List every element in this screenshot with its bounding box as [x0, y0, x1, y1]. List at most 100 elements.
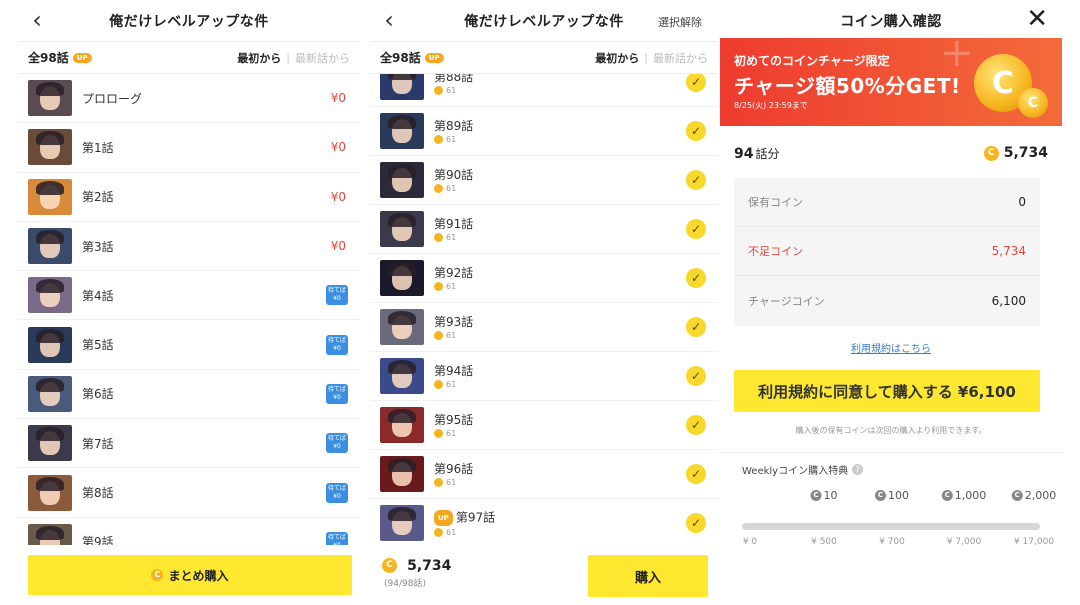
episode-row[interactable]: 第3話 ¥0: [18, 222, 360, 272]
bulk-purchase-label: まとめ購入: [168, 568, 229, 583]
episode-price: ¥0: [330, 91, 346, 106]
episode-row[interactable]: 第6話 待てば¥0: [18, 370, 360, 420]
episode-select-row[interactable]: 第88話 61 ✓: [370, 74, 718, 107]
episode-title: プロローグ: [82, 91, 143, 106]
up-badge: UP: [434, 509, 453, 526]
sort-bar: 全98話 UP 最初から | 最新話から: [370, 42, 718, 74]
banner-line1: 初めてのコインチャージ限定: [734, 54, 890, 68]
checkmark-icon[interactable]: ✓: [686, 415, 706, 435]
episode-select-row[interactable]: 第89話 61 ✓: [370, 107, 718, 156]
coin-icon: [434, 379, 443, 389]
bonus-progress-track: [742, 523, 1040, 530]
coin-breakdown: 保有コイン 0 不足コイン 5,734 チャージコイン 6,100: [734, 178, 1040, 326]
episodes-count: 94 話分: [734, 145, 780, 162]
coin-icon: C: [382, 558, 397, 573]
episode-row[interactable]: 第7話 待てば¥0: [18, 419, 360, 469]
wait-free-badge: 待てば¥0: [326, 383, 348, 404]
episode-row[interactable]: 第1話 ¥0: [18, 123, 360, 173]
sort-bar: 全98話 UP 最初から | 最新話から: [18, 42, 360, 74]
episode-coin-price: 61: [434, 330, 473, 340]
episode-row[interactable]: プロローグ ¥0: [18, 74, 360, 124]
checkmark-icon[interactable]: ✓: [686, 74, 706, 92]
episode-row[interactable]: 第4話 待てば¥0: [18, 271, 360, 321]
bulk-purchase-button[interactable]: C まとめ購入: [28, 555, 352, 595]
terms-link[interactable]: 利用規約はこちら: [720, 340, 1062, 355]
close-icon[interactable]: ✕: [1026, 4, 1048, 34]
shortage-coins-row: 不足コイン 5,734: [734, 227, 1040, 276]
coin-icon: [434, 232, 443, 242]
checkmark-icon[interactable]: ✓: [686, 317, 706, 337]
back-arrow-icon[interactable]: ‹: [24, 6, 50, 34]
bonus-tiers: ¥ 0 C 10 ¥ 500 C 100 ¥ 700 C 1,000 ¥ 7,000 C 2,000…: [742, 483, 1056, 547]
coin-icon: C: [983, 145, 999, 161]
bottom-bar: C まとめ購入: [18, 545, 360, 605]
tier-price: ¥ 7,000: [946, 537, 982, 547]
episode-select-row[interactable]: 第93話 61 ✓: [370, 303, 718, 352]
episode-coin-price: 61: [434, 85, 473, 95]
episode-row[interactable]: 第8話 待てば¥0: [18, 468, 360, 518]
episode-select-row[interactable]: 第91話 61 ✓: [370, 205, 718, 254]
tier-start-price: ¥ 0: [742, 537, 758, 547]
episode-title: 第92話: [434, 265, 474, 280]
episode-total: 全98話: [28, 51, 69, 65]
sort-first-button[interactable]: 最初から: [237, 50, 281, 66]
checkmark-icon[interactable]: ✓: [686, 268, 706, 288]
weekly-bonus-title: Weeklyコイン購入特典 ?: [742, 462, 1040, 477]
selection-total: C 5,734 (94/98話): [382, 555, 451, 589]
episode-select-row[interactable]: 第92話 61 ✓: [370, 254, 718, 303]
divider: [720, 452, 1062, 453]
promo-banner[interactable]: + 初めてのコインチャージ限定 チャージ額50%分GET! 8/25(火) 23…: [720, 38, 1062, 126]
purchase-button[interactable]: 購入: [588, 555, 708, 597]
episode-select-row[interactable]: UP 第97話 61 ✓: [370, 499, 718, 545]
episode-thumbnail: [380, 505, 424, 541]
agree-and-purchase-button[interactable]: 利用規約に同意して購入する ¥6,100: [734, 370, 1040, 412]
episode-coin-price: 61: [434, 232, 473, 242]
episode-title: 第3話: [82, 239, 114, 254]
episode-thumbnail: [380, 309, 424, 345]
episode-title: 第2話: [82, 190, 114, 205]
episode-list: プロローグ ¥0 第1話 ¥0 第2話 ¥0 第3話 ¥0 第4話 待てば¥0 第5話 待てば¥0 第6…: [18, 74, 360, 567]
episode-thumbnail: [380, 358, 424, 394]
episode-coin-price: 61: [434, 477, 473, 487]
episode-select-row[interactable]: 第90話 61 ✓: [370, 156, 718, 205]
plus-decoration-icon: +: [940, 38, 974, 76]
episode-total: 全98話: [380, 51, 421, 65]
charge-coins-row: チャージコイン 6,100: [748, 293, 1026, 308]
checkmark-icon[interactable]: ✓: [686, 170, 706, 190]
episode-coin-price: 61: [434, 183, 473, 193]
episode-title: 第6話: [82, 387, 114, 402]
episode-select-row[interactable]: 第95話 61 ✓: [370, 401, 718, 450]
sort-first-button[interactable]: 最初から: [595, 50, 639, 66]
episode-title: 第89話: [434, 118, 474, 133]
wait-free-badge: 待てば¥0: [326, 285, 348, 306]
coin-icon: [434, 183, 443, 193]
episode-title: 第96話: [434, 461, 474, 476]
checkmark-icon[interactable]: ✓: [686, 513, 706, 533]
page-title: 俺だけレベルアップな件: [109, 13, 269, 30]
page-title: コイン購入確認: [840, 14, 942, 30]
checkmark-icon[interactable]: ✓: [686, 464, 706, 484]
episode-thumbnail: [380, 211, 424, 247]
episode-thumbnail: [28, 474, 72, 511]
coin-icon: C: [1011, 490, 1023, 501]
episode-title: 第7話: [82, 436, 114, 451]
banner-deadline: 8/25(火) 23:59まで: [734, 101, 808, 110]
episode-row[interactable]: 第2話 ¥0: [18, 173, 360, 222]
episode-select-row[interactable]: 第96話 61 ✓: [370, 450, 718, 499]
episode-thumbnail: [28, 129, 72, 166]
episode-select-row[interactable]: 第94話 61 ✓: [370, 352, 718, 401]
coin-icon: [434, 527, 443, 537]
checkmark-icon[interactable]: ✓: [686, 219, 706, 239]
checkmark-icon[interactable]: ✓: [686, 366, 706, 386]
episode-title: 第8話: [82, 486, 114, 501]
episode-thumbnail: [380, 407, 424, 443]
sort-latest-button[interactable]: 最新話から: [295, 50, 350, 66]
checkmark-icon[interactable]: ✓: [686, 121, 706, 141]
tier-bonus: C 10: [810, 489, 838, 502]
deselect-button[interactable]: 選択解除: [658, 14, 702, 30]
episode-row[interactable]: 第5話 待てば¥0: [18, 320, 360, 370]
help-icon[interactable]: ?: [852, 464, 864, 475]
sort-latest-button[interactable]: 最新話から: [653, 50, 708, 66]
episode-thumbnail: [380, 260, 424, 296]
back-arrow-icon[interactable]: ‹: [376, 6, 402, 34]
